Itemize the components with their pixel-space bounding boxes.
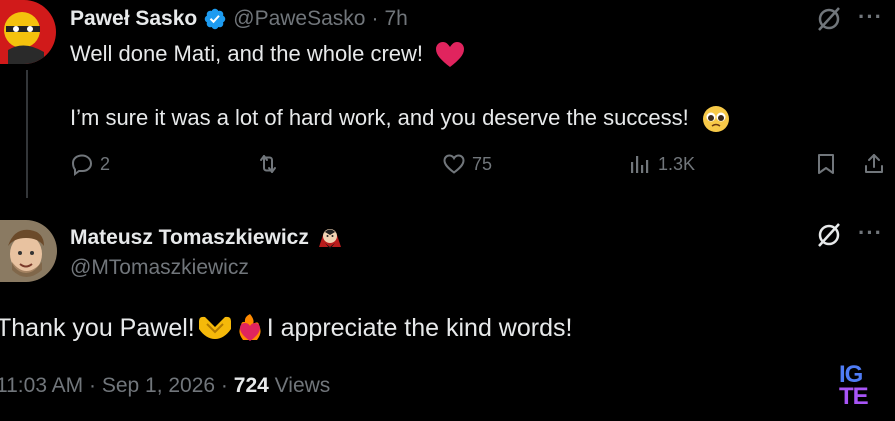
avatar-pawel[interactable] [0,0,56,64]
tweet2-views-label: Views [268,374,331,397]
thread-line [26,70,28,198]
share-icon [865,154,883,173]
tweet1-more-button[interactable]: ··· [858,4,890,32]
tweet2-more-button[interactable]: ··· [858,220,890,248]
views-button[interactable]: 1.3K [628,152,695,176]
reply-button[interactable]: 2 [70,152,110,176]
heart-outline-icon [443,154,465,174]
tweet2-text-part1: Thank you Pawel! [0,313,195,342]
tweet1-line1: Well done Mati, and the whole crew! [70,41,423,66]
pleading-face-icon [702,106,729,133]
avatar-mateusz[interactable] [0,220,57,282]
tweet2-meta: 11:03 AM · Sep 1, 2026 · 724 Views [0,374,330,398]
red-heart-icon [436,42,465,68]
watermark-logo: IG TE [839,363,879,410]
grok-icon[interactable] [815,5,843,33]
like-button[interactable]: 75 [442,152,492,176]
tweet2-header: Mateusz Tomaszkiewicz [70,225,343,251]
avatar-pawel-image [0,0,56,64]
verified-badge-icon [205,8,226,30]
tweet2-text: Thank you Pawel! I appreciate the kind w… [0,312,572,344]
grok-icon-2[interactable] [815,221,843,249]
avatar-mateusz-image [0,220,57,282]
tweet2-timestamp[interactable]: 11:03 AM · Sep 1, 2026 · [0,374,234,397]
retweet-icon [260,155,276,173]
tweet2-view-count: 724 [233,374,269,397]
like-count: 75 [472,153,493,174]
reply-count: 2 [100,153,111,174]
share-button[interactable] [862,152,886,176]
tweet2-author-name[interactable]: Mateusz Tomaszkiewicz [70,226,309,250]
tweet1-header: Paweł Sasko @PaweSasko · 7h [70,6,408,32]
tweet1-time[interactable]: 7h [384,7,407,31]
bookmark-button[interactable] [814,152,838,176]
bookmark-icon [818,154,834,174]
tweet1-separator: · [371,7,379,30]
watermark-line2: TE [839,383,869,410]
tweet1-author-name[interactable]: Paweł Sasko [70,7,197,31]
tweet2-text-part2: I appreciate the kind words! [266,313,573,342]
view-count: 1.3K [658,153,696,174]
tweet1-author-handle[interactable]: @PaweSasko [233,7,365,31]
heart-on-fire-emoji-icon [239,314,261,341]
reply-icon [71,154,93,176]
tweet1-line1-wrap: Well done Mati, and the whole crew! [70,40,465,69]
tweet1-line2: I’m sure it was a lot of hard work, and … [70,105,689,130]
tweet2-author-handle[interactable]: @MTomaszkiewicz [70,256,249,280]
vampire-emoji-icon [318,229,341,249]
retweet-button[interactable] [256,152,280,176]
heart-hands-emoji-icon [198,316,231,339]
tweet1-line2-wrap: I’m sure it was a lot of hard work, and … [70,104,731,134]
views-chart-icon [631,156,649,173]
